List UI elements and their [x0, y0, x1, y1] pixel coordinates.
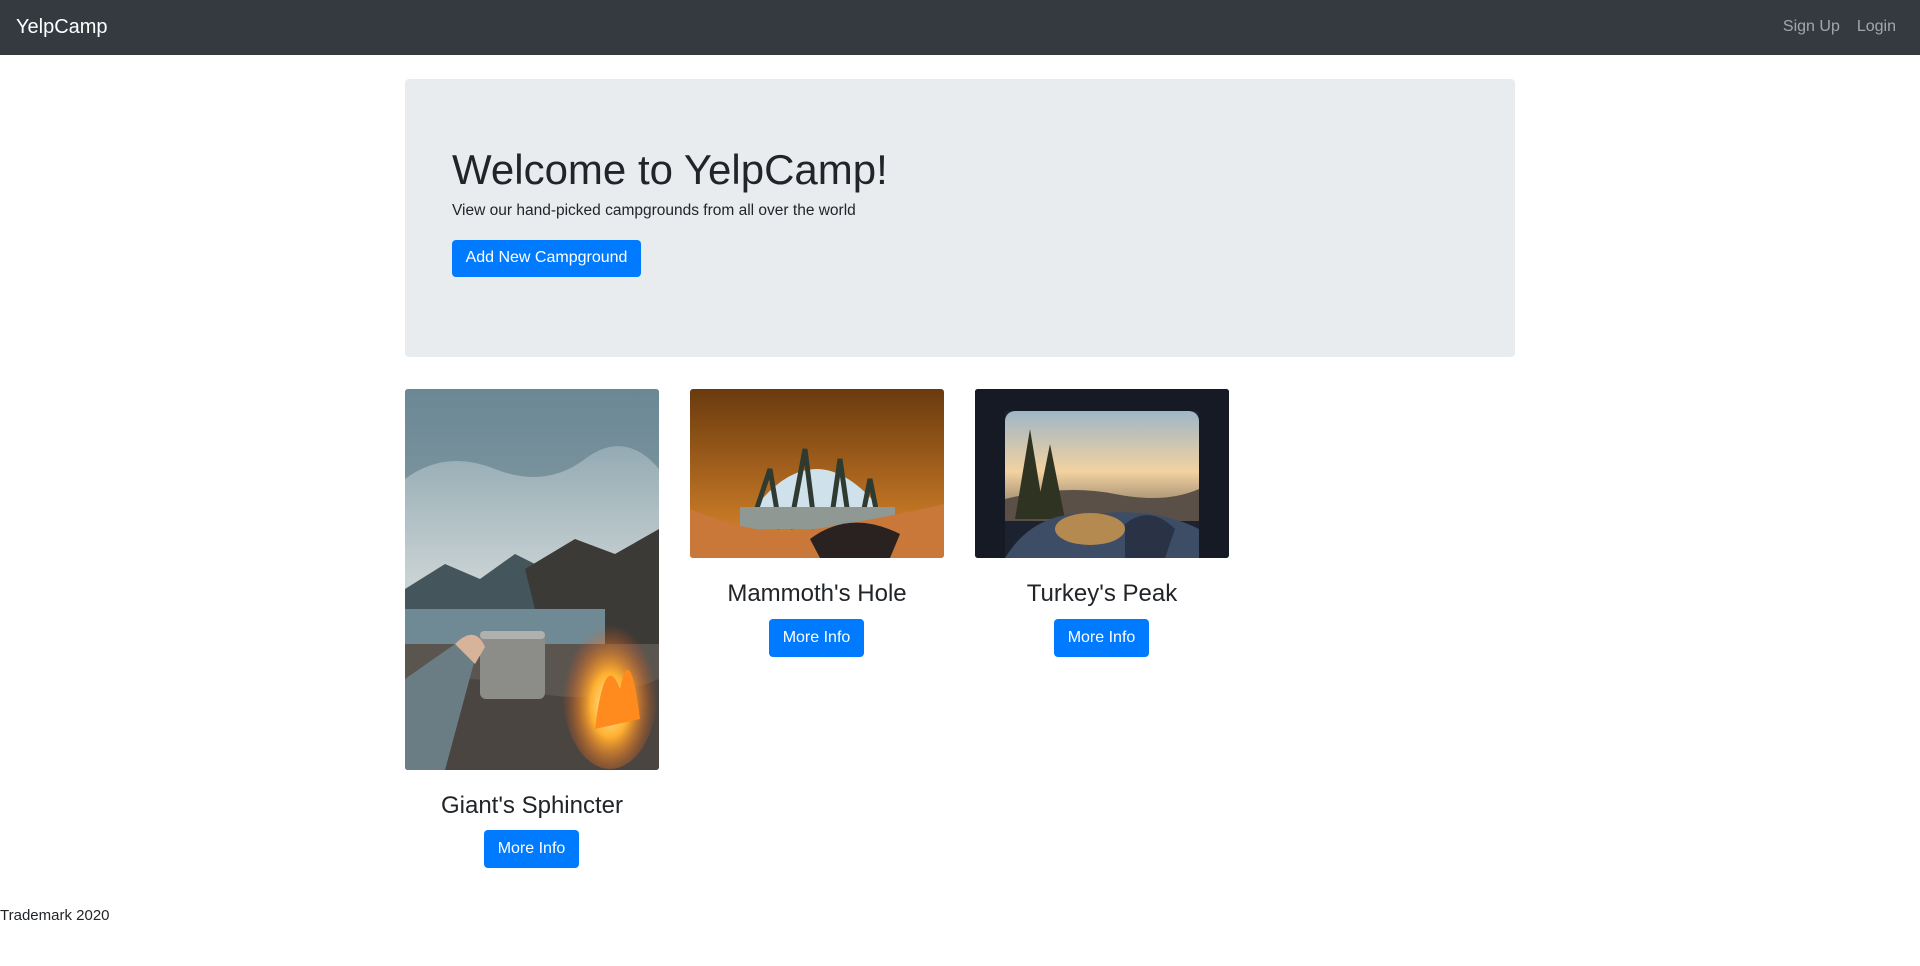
tent-forest-view-photo[interactable] — [690, 389, 944, 558]
campground-card: Mammoth's Hole More Info — [690, 389, 944, 659]
signup-link[interactable]: Sign Up — [1783, 17, 1840, 37]
more-info-button[interactable]: More Info — [769, 619, 864, 657]
hero-lead: View our hand-picked campgrounds from al… — [452, 202, 856, 219]
hero-jumbotron: Welcome to YelpCamp! View our hand-picke… — [405, 79, 1515, 357]
footer-text: Trademark 2020 — [0, 907, 110, 924]
campground-title: Mammoth's Hole — [727, 580, 907, 607]
add-campground-button[interactable]: Add New Campground — [452, 240, 641, 277]
campfire-mug-lake-photo[interactable] — [405, 389, 659, 770]
campground-card: Giant's Sphincter More Info — [405, 389, 659, 869]
nav-links: Sign Up Login — [1783, 17, 1896, 37]
more-info-button[interactable]: More Info — [484, 830, 579, 868]
login-link[interactable]: Login — [1857, 17, 1896, 37]
campground-card: Turkey's Peak More Info — [975, 389, 1229, 659]
brand-link[interactable]: YelpCamp — [16, 15, 108, 39]
car-trunk-sunset-photo[interactable] — [975, 389, 1229, 558]
navbar: YelpCamp Sign Up Login — [0, 0, 1920, 55]
more-info-button[interactable]: More Info — [1054, 619, 1149, 657]
campground-title: Turkey's Peak — [1026, 580, 1178, 607]
hero-title: Welcome to YelpCamp! — [452, 146, 888, 193]
campground-title: Giant's Sphincter — [440, 792, 623, 819]
